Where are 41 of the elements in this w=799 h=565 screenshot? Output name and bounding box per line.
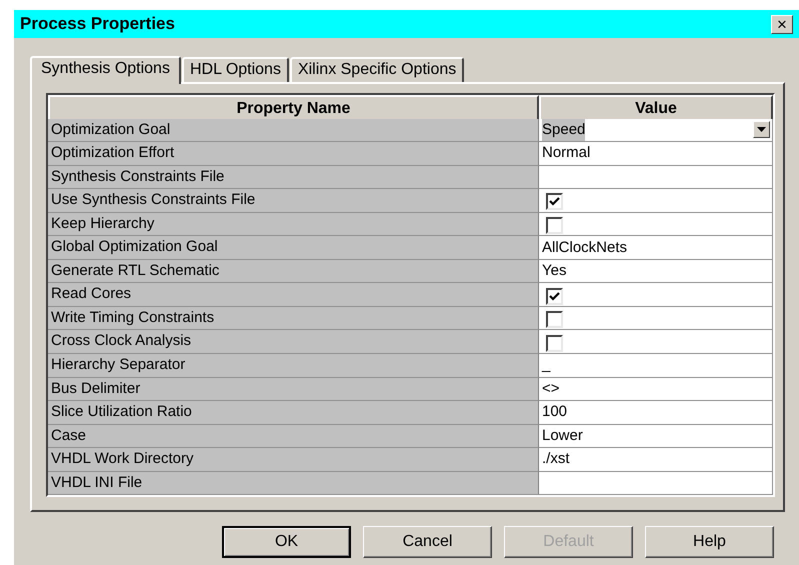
- property-name-cell: Bus Delimiter: [48, 378, 539, 402]
- value-cell[interactable]: Normal: [539, 142, 773, 166]
- checkmark-icon: [549, 197, 560, 206]
- tab[interactable]: HDL Options: [182, 57, 289, 82]
- property-name-cell: Read Cores: [48, 283, 539, 307]
- value-cell[interactable]: AllClockNets: [539, 236, 773, 260]
- property-name-cell: Optimization Effort: [48, 142, 539, 166]
- property-name-cell: Keep Hierarchy: [48, 212, 539, 236]
- property-name-cell: Case: [48, 424, 539, 448]
- checkmark-icon: [549, 292, 560, 301]
- close-button[interactable]: ×: [771, 14, 793, 34]
- value-cell[interactable]: 100: [539, 401, 773, 425]
- value-cell[interactable]: Lower: [539, 424, 773, 448]
- value-cell[interactable]: ./xst: [539, 448, 773, 472]
- checkbox[interactable]: [546, 288, 563, 305]
- property-name-cell: Optimization Goal: [48, 118, 539, 142]
- checkbox[interactable]: [546, 217, 563, 234]
- checkbox[interactable]: [546, 334, 563, 352]
- property-name-cell: Cross Clock Analysis: [48, 330, 539, 354]
- value-cell[interactable]: <>: [539, 378, 773, 402]
- value-dropdown[interactable]: Speed: [539, 118, 773, 142]
- property-name-cell: Global Optimization Goal: [48, 236, 539, 260]
- property-name-cell: Write Timing Constraints: [48, 306, 539, 330]
- value-cell[interactable]: Yes: [539, 260, 773, 284]
- value-cell[interactable]: _: [539, 354, 773, 378]
- property-name-cell: VHDL Work Directory: [48, 448, 539, 472]
- dialog-button[interactable]: Help: [645, 526, 774, 558]
- property-name-cell: Generate RTL Schematic: [48, 260, 539, 284]
- tab[interactable]: Synthesis Options: [30, 56, 181, 84]
- property-name-cell: Synthesis Constraints File: [48, 166, 539, 190]
- dialog-button[interactable]: Cancel: [363, 526, 492, 558]
- window-title: Process Properties: [20, 14, 175, 34]
- tab[interactable]: Xilinx Specific Options: [290, 57, 464, 82]
- dialog-button[interactable]: OK: [222, 526, 351, 558]
- checkbox[interactable]: [546, 193, 563, 210]
- property-name-cell: Use Synthesis Constraints File: [48, 189, 539, 213]
- dropdown-value: Speed: [542, 118, 586, 141]
- property-name-cell: Hierarchy Separator: [48, 354, 539, 378]
- property-name-cell: Slice Utilization Ratio: [48, 401, 539, 425]
- property-name-cell: VHDL INI File: [48, 472, 539, 496]
- checkbox[interactable]: [546, 311, 563, 328]
